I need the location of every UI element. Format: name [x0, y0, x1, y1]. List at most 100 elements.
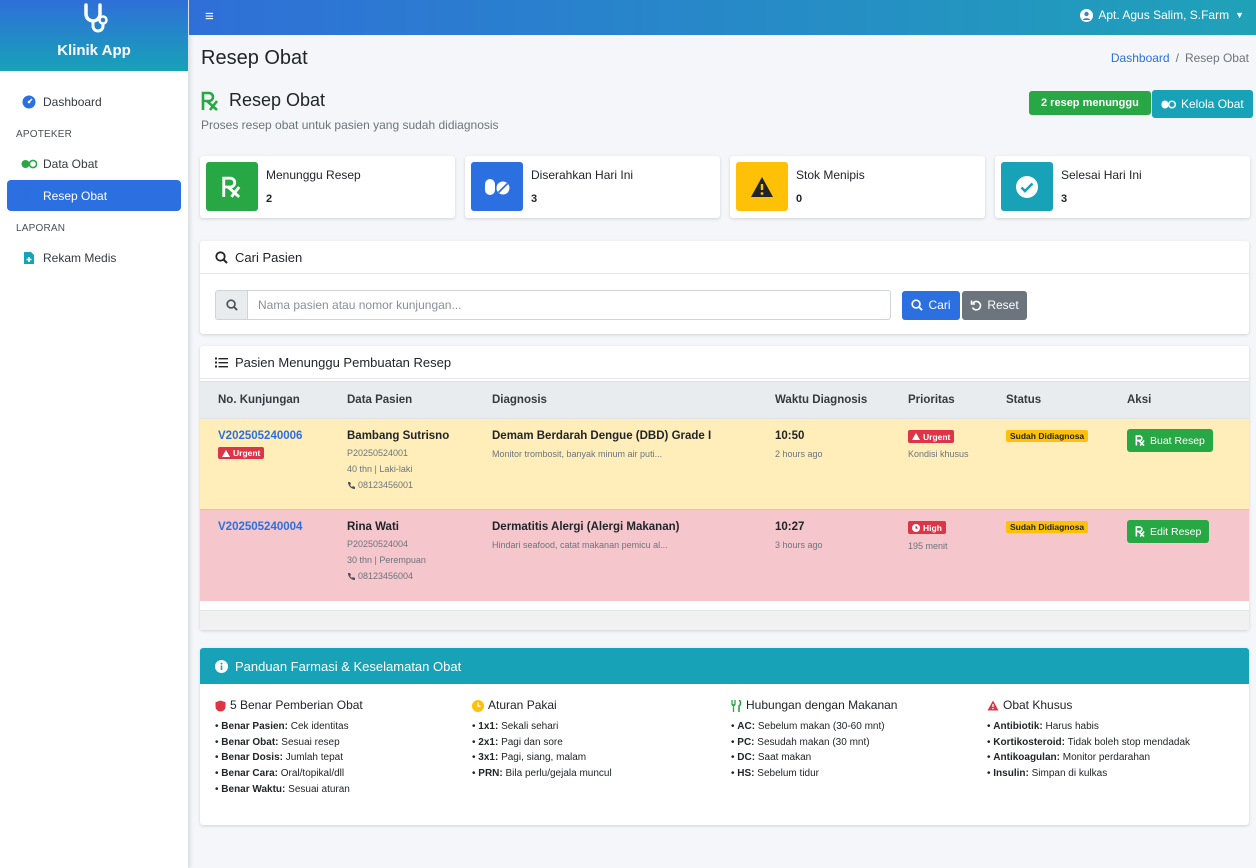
search-input[interactable] [247, 290, 891, 320]
guide-column: Aturan Pakai • 1x1: Sekali sehari • 2x1:… [472, 698, 722, 782]
patient-id: P20250524001 [347, 448, 409, 458]
guide-item: • AC: Sebelum makan (30-60 mnt) [731, 720, 885, 732]
column-header: Aksi [1127, 394, 1152, 406]
search-icon [215, 290, 247, 320]
clock-icon [472, 699, 484, 712]
search-icon [215, 250, 228, 264]
guide-column: Obat Khusus • Antibiotik: Harus habis • … [987, 698, 1237, 782]
sidebar: Klinik App Dashboard APOTEKER Data Obat … [0, 0, 189, 868]
sidebar-item-label: Dashboard [43, 94, 102, 109]
section-header: Resep Obat Proses resep obat untuk pasie… [201, 90, 499, 132]
column-header: Data Pasien [347, 394, 413, 406]
prescription-icon [21, 188, 37, 204]
priority-badge: High [908, 521, 946, 534]
edit-resep-button[interactable]: Edit Resep [1127, 520, 1210, 543]
sidebar-item-data-obat[interactable]: Data Obat [7, 148, 181, 179]
check-circle-icon [1001, 162, 1053, 211]
search-button-label: Cari [928, 298, 951, 312]
file-medical-icon [21, 250, 37, 266]
priority: High 195 menit [908, 521, 948, 551]
stethoscope-icon [0, 2, 188, 36]
sidebar-item-rekam-medis[interactable]: Rekam Medis [7, 242, 181, 273]
priority-badge: Urgent [908, 430, 955, 443]
sidebar-item-resep-obat[interactable]: Resep Obat [7, 180, 181, 211]
undo-icon [971, 300, 982, 311]
kelola-obat-button[interactable]: Kelola Obat [1152, 90, 1253, 118]
user-circle-icon [1080, 8, 1094, 22]
patient-name: Bambang Sutrisno [347, 430, 450, 442]
buat-resep-button[interactable]: Buat Resep [1127, 429, 1213, 452]
time-ago: 2 hours ago [775, 449, 823, 459]
stat-value: 3 [1061, 193, 1068, 205]
warning-icon [736, 162, 788, 211]
search-icon [911, 299, 924, 311]
guide-item: • Antikoagulan: Monitor perdarahan [987, 752, 1151, 764]
sidebar-item-label: Rekam Medis [43, 250, 117, 265]
status-badge: Sudah Didiagnosa [1006, 521, 1089, 533]
priority-note: 195 menit [908, 540, 948, 551]
breadcrumb-home[interactable]: Dashboard [1111, 51, 1170, 65]
shield-icon [215, 700, 226, 712]
reset-button[interactable]: Reset [962, 290, 1027, 320]
time-ago: 3 hours ago [775, 540, 823, 550]
gauge-icon [21, 94, 37, 110]
table-row: V202505240006 Urgent Bambang Sutrisno P2… [200, 419, 1249, 510]
guide-item: • 3x1: Pagi, siang, malam [472, 752, 587, 764]
search-card-header: Cari Pasien [200, 241, 1249, 274]
guide-card-title: Panduan Farmasi & Keselamatan Obat [235, 658, 462, 674]
diagnosis: Demam Berdarah Dengue (DBD) Grade I Moni… [492, 430, 711, 459]
visit-number-link[interactable]: V202505240006 [218, 430, 302, 442]
stat-card-selesai: Selesai Hari Ini 3 [995, 156, 1250, 218]
breadcrumb-separator: / [1175, 51, 1179, 65]
stat-value: 2 [266, 193, 273, 205]
prescription-icon [1135, 526, 1145, 537]
visit-number-link[interactable]: V202505240004 [218, 521, 302, 533]
sidebar-nav: Dashboard APOTEKER Data Obat Resep Obat … [0, 71, 188, 273]
waiting-badge: 2 resep menunggu [1029, 91, 1151, 115]
menu-icon[interactable]: ≡ [205, 8, 214, 25]
sidebar-item-label: Resep Obat [43, 188, 108, 203]
sidebar-item-label: Data Obat [43, 156, 98, 171]
search-form: Cari Reset [215, 290, 1027, 320]
table-row: V202505240004 Rina Wati P20250524004 30 … [200, 510, 1249, 601]
guide-column: 5 Benar Pemberian Obat • Benar Pasien: C… [215, 698, 465, 798]
brand-name: Klinik App [57, 42, 131, 59]
diagnosis-note: Monitor trombosit, banyak minum air puti… [492, 449, 663, 459]
stat-label: Menunggu Resep [266, 168, 361, 182]
patient-data: Rina Wati P20250524004 30 thn | Perempua… [347, 521, 426, 581]
topbar: ≡ Apt. Agus Salim, S.Farm ▼ [189, 0, 1256, 35]
patient-age-gender: 30 thn | Perempuan [347, 555, 426, 565]
guide-item: • 1x1: Sekali sehari [472, 720, 559, 732]
user-menu[interactable]: Apt. Agus Salim, S.Farm ▼ [1080, 8, 1244, 22]
reset-button-label: Reset [987, 298, 1019, 312]
patient-phone: 08123456001 [358, 480, 414, 490]
kelola-obat-label: Kelola Obat [1181, 97, 1244, 111]
main-content: Resep Obat Dashboard / Resep Obat Resep Ob… [189, 35, 1256, 868]
stat-value: 3 [531, 193, 538, 205]
warning-icon [222, 449, 230, 457]
breadcrumb-current: Resep Obat [1184, 51, 1249, 65]
prescription-icon [1135, 435, 1145, 446]
sidebar-item-dashboard[interactable]: Dashboard [7, 86, 181, 117]
stat-label: Selesai Hari Ini [1061, 168, 1142, 182]
brand[interactable]: Klinik App [0, 0, 188, 71]
diagnosis-time: 10:27 3 hours ago [775, 521, 823, 550]
guide-item: • 2x1: Pagi dan sore [472, 736, 563, 748]
patient-phone: 08123456004 [358, 571, 414, 581]
status: Sudah Didiagnosa [1006, 430, 1089, 442]
patient-name: Rina Wati [347, 521, 399, 533]
queue-card: Pasien Menunggu Pembuatan Resep No. Kunj… [200, 346, 1249, 630]
prescription-icon [206, 162, 258, 211]
search-card: Cari Pasien Cari Reset [200, 241, 1249, 334]
status: Sudah Didiagnosa [1006, 521, 1089, 533]
patient-id: P20250524004 [347, 539, 409, 549]
utensils-icon [731, 699, 742, 712]
diagnosis-title: Dermatitis Alergi (Alergi Makanan) [492, 521, 680, 533]
guide-column: Hubungan dengan Makanan • AC: Sebelum ma… [731, 698, 981, 782]
search-button[interactable]: Cari [902, 290, 960, 320]
queue-card-title: Pasien Menunggu Pembuatan Resep [235, 354, 452, 370]
user-name: Apt. Agus Salim, S.Farm [1098, 8, 1230, 22]
breadcrumb: Dashboard / Resep Obat [1111, 51, 1249, 65]
stat-label: Diserahkan Hari Ini [531, 168, 634, 182]
clock-icon [912, 523, 920, 532]
